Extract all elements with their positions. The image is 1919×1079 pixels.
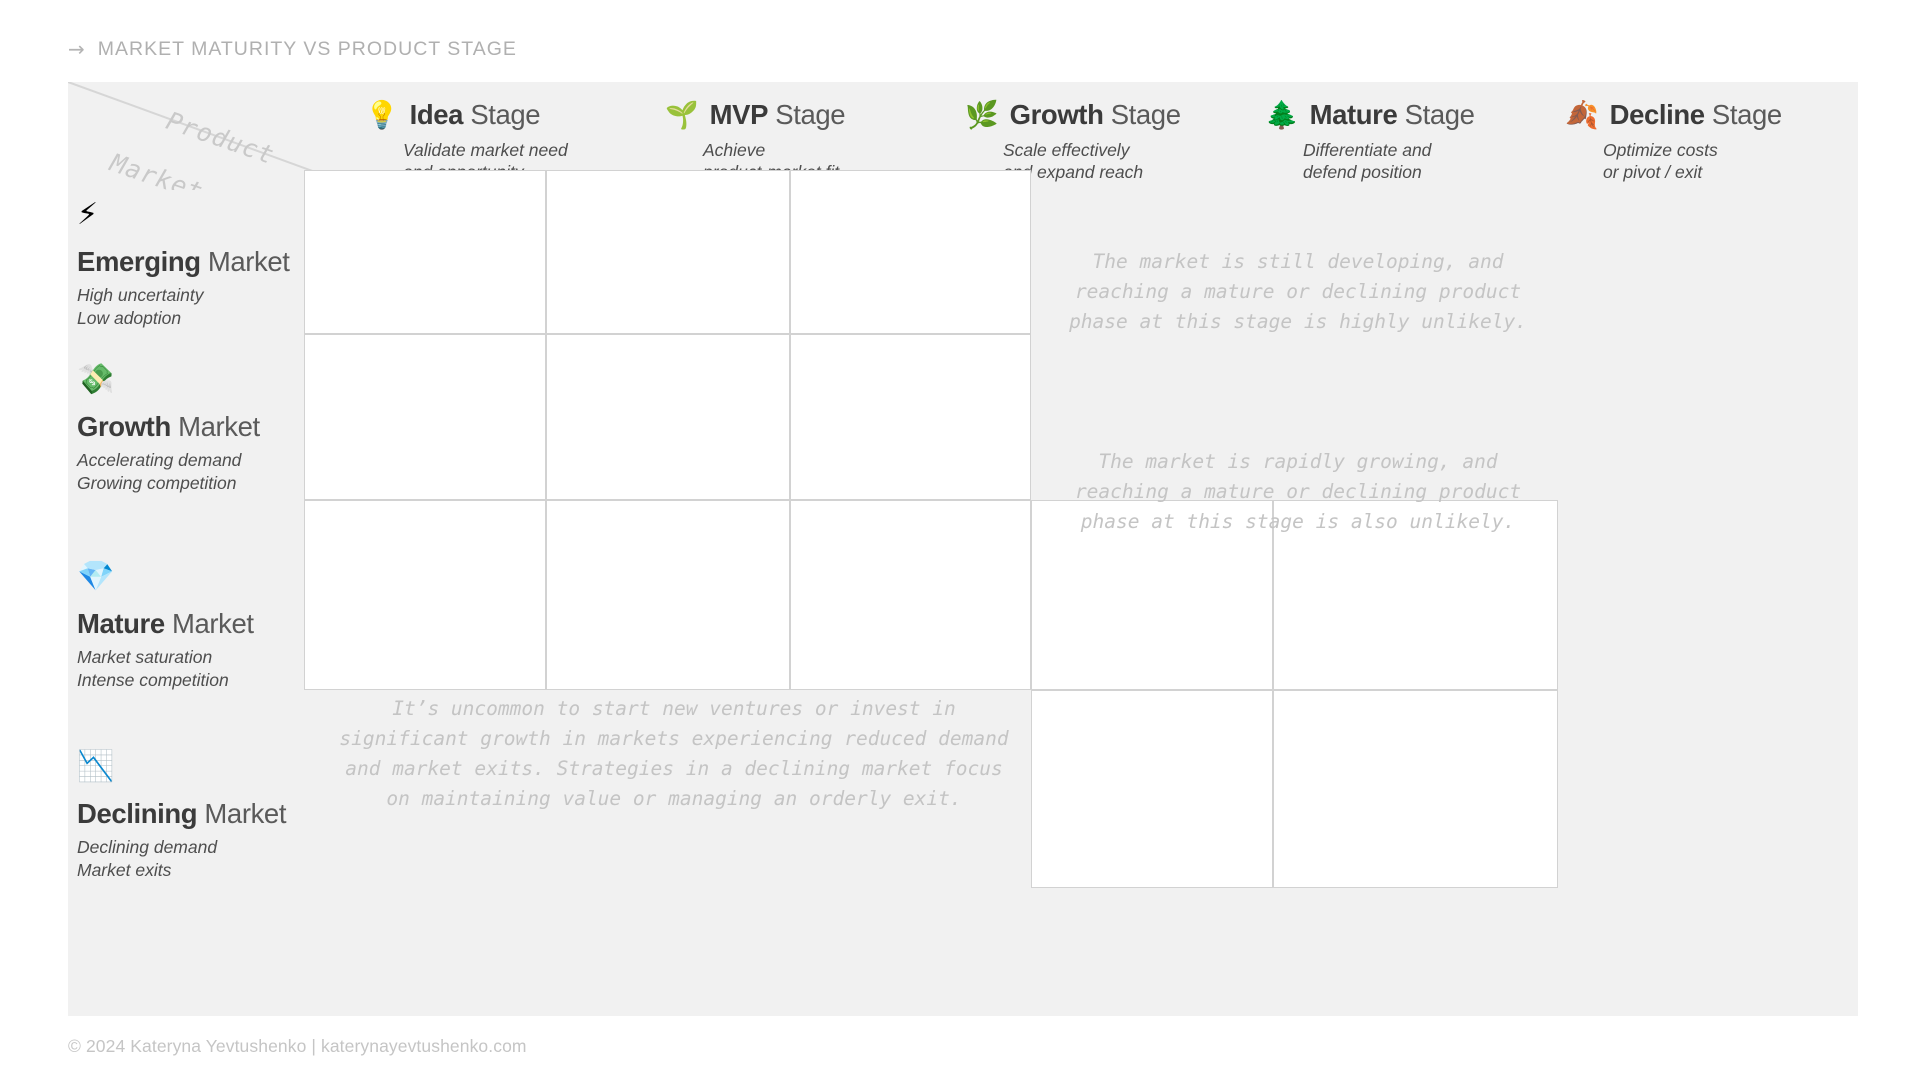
matrix-cell-maturemkt-mvp[interactable] — [546, 500, 790, 690]
row-title-suffix: Market — [207, 246, 290, 277]
row-title-name: Growth — [77, 411, 171, 442]
matrix-cell-decliningmkt-decline[interactable] — [1273, 690, 1558, 888]
row-title-name: Mature — [77, 608, 165, 639]
matrix-cell-growthmkt-idea[interactable] — [304, 334, 546, 500]
row-title-suffix: Market — [204, 798, 287, 829]
column-title-name: MVP — [709, 99, 769, 130]
herb-icon: 🌿 — [965, 99, 999, 131]
matrix-panel: Product Market 💡 Idea Stage Validate mar… — [68, 82, 1858, 1016]
note-emerging-mature-decline: The market is still developing, and reac… — [1069, 250, 1527, 334]
matrix-cell-emerging-growth[interactable] — [790, 170, 1031, 334]
row-title-suffix: Market — [178, 411, 260, 442]
matrix-cell-maturemkt-idea[interactable] — [304, 500, 546, 690]
footer-copyright: © 2024 Kateryna Yevtushenko | katerynaye… — [68, 1036, 527, 1056]
matrix-cell-growthmkt-growth[interactable] — [790, 334, 1031, 500]
row-title-name: Emerging — [77, 246, 201, 277]
matrix-cell-emerging-idea[interactable] — [304, 170, 546, 334]
column-title-name: Idea — [409, 99, 464, 130]
breadcrumb: → MARKET MATURITY VS PRODUCT STAGE — [68, 37, 517, 61]
note-declining-idea-growth: It’s uncommon to start new ventures or i… — [339, 697, 1009, 811]
matrix-cell-growthmkt-mvp[interactable] — [546, 334, 790, 500]
column-title-suffix: Stage — [1110, 99, 1181, 130]
column-header-mature-stage: 🌲 Mature Stage Differentiate and defend … — [1265, 82, 1563, 190]
page-title: MARKET MATURITY VS PRODUCT STAGE — [97, 37, 517, 60]
column-subtitle: Differentiate and defend position — [1303, 140, 1432, 183]
column-subtitle: Scale effectively and expand reach — [1003, 140, 1144, 183]
column-title-name: Growth — [1009, 99, 1104, 130]
seedling-icon: 🌱 — [665, 99, 699, 131]
column-title-name: Decline — [1609, 99, 1705, 130]
row-title-name: Declining — [77, 798, 198, 829]
fallen-leaf-icon: 🍂 — [1565, 99, 1599, 131]
column-title-name: Mature — [1309, 99, 1398, 130]
matrix-cell-decliningmkt-mature[interactable] — [1031, 690, 1273, 888]
evergreen-tree-icon: 🌲 — [1265, 99, 1299, 131]
matrix-cell-maturemkt-growth[interactable] — [790, 500, 1031, 690]
column-title-suffix: Stage — [470, 99, 541, 130]
column-title-suffix: Stage — [1404, 99, 1475, 130]
matrix-cell-emerging-mvp[interactable] — [546, 170, 790, 334]
row-title-suffix: Market — [172, 608, 254, 639]
note-growth-mature-decline: The market is rapidly growing, and reach… — [1074, 450, 1522, 534]
column-header-decline-stage: 🍂 Decline Stage Optimize costs or pivot … — [1565, 82, 1857, 190]
column-title-suffix: Stage — [1711, 99, 1782, 130]
row-subtitle: Declining demand Market exits — [77, 837, 218, 880]
column-title-suffix: Stage — [775, 99, 846, 130]
arrow-right-icon: → — [68, 37, 85, 61]
column-subtitle: Optimize costs or pivot / exit — [1603, 140, 1718, 183]
light-bulb-icon: 💡 — [365, 99, 399, 131]
